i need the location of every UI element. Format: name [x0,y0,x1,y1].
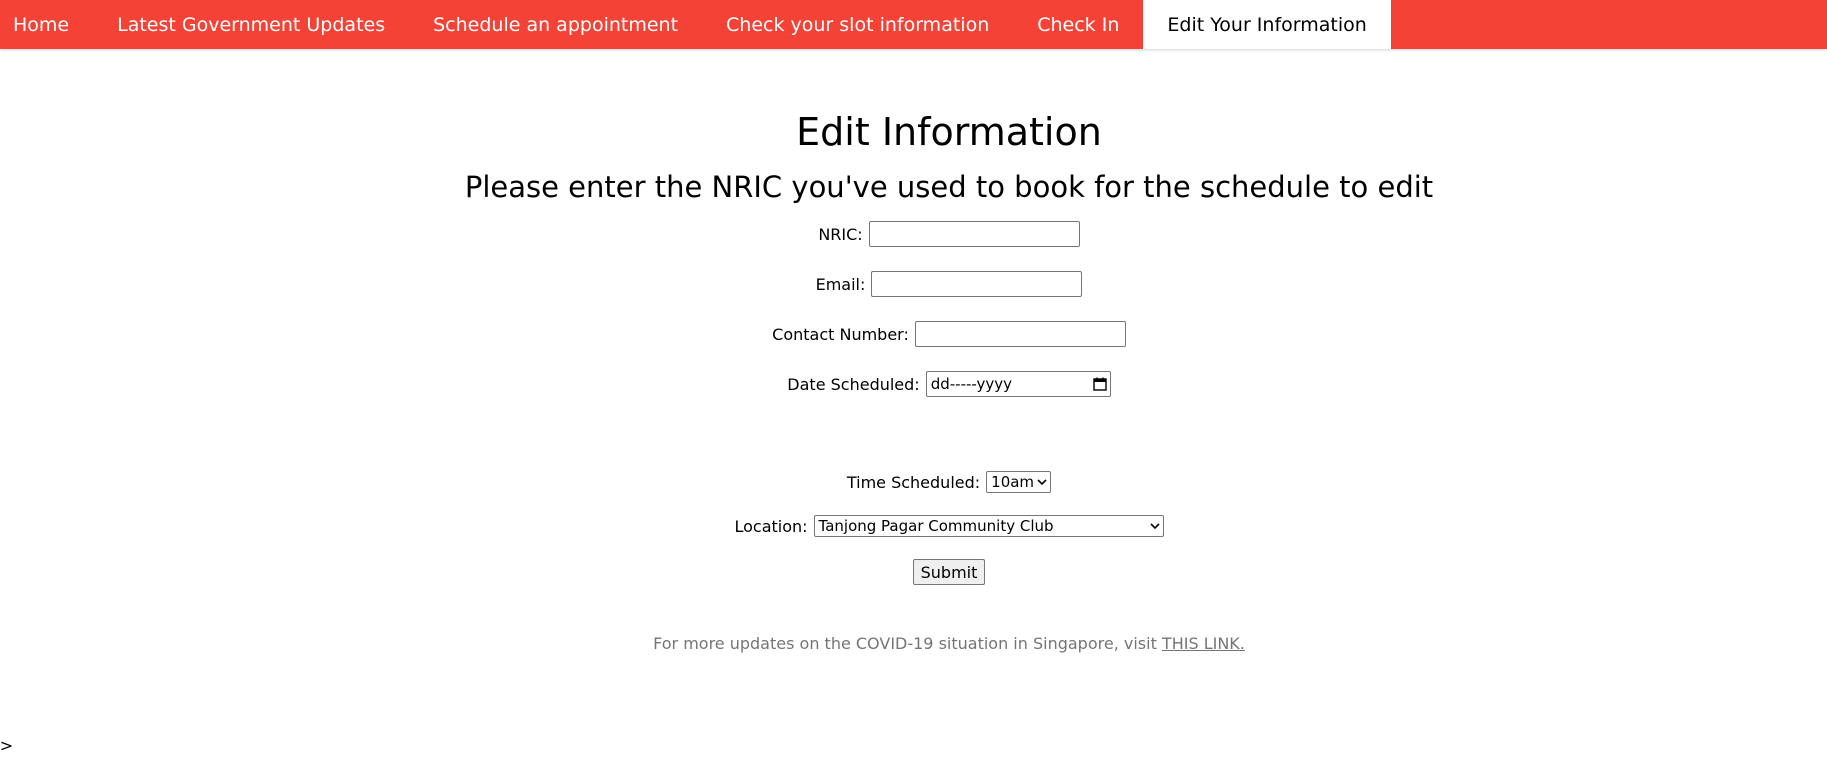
location-select[interactable]: Tanjong Pagar Community Club [813,515,1164,537]
nav-item-edit-information[interactable]: Edit Your Information [1143,0,1391,49]
contact-number-label: Contact Number: [772,324,909,344]
footer-note: For more updates on the COVID-19 situati… [0,634,1827,653]
chevron-down-icon [1037,478,1047,486]
email-input[interactable] [871,271,1083,297]
calendar-icon[interactable] [1093,377,1107,391]
email-row: Email: [0,271,1827,297]
nav-item-government-updates[interactable]: Latest Government Updates [93,0,409,49]
time-scheduled-row: Time Scheduled: 10am [0,471,1827,493]
nav-item-schedule-appointment[interactable]: Schedule an appointment [409,0,702,49]
top-navigation-bar: Home Latest Government Updates Schedule … [0,0,1827,49]
date-scheduled-input[interactable]: dd-----yyyy [925,371,1111,397]
nav-item-check-slot[interactable]: Check your slot information [702,0,1013,49]
location-row: Location: Tanjong Pagar Community Club [0,515,1827,537]
submit-row: Submit [0,559,1827,585]
time-selected-value: 10am [991,473,1035,491]
date-scheduled-row: Date Scheduled: dd-----yyyy [0,371,1827,397]
chevron-down-icon [1149,522,1160,530]
location-selected-value: Tanjong Pagar Community Club [818,517,1054,535]
date-placeholder: dd-----yyyy [930,375,1013,393]
location-label: Location: [734,516,808,536]
time-scheduled-label: Time Scheduled: [846,472,981,492]
covid-updates-link[interactable]: THIS LINK. [1162,634,1245,653]
time-scheduled-select[interactable]: 10am [986,471,1052,493]
page-subtitle: Please enter the NRIC you've used to boo… [464,170,1434,204]
nric-row: NRIC: [0,221,1827,247]
contact-number-row: Contact Number: [0,321,1827,347]
nric-label: NRIC: [818,224,863,244]
nav-item-home[interactable]: Home [0,0,93,49]
email-label: Email: [815,274,866,294]
stray-text: -> [0,736,14,755]
page-title: Edit Information [796,110,1102,154]
footer-text: For more updates on the COVID-19 situati… [653,634,1162,653]
date-scheduled-label: Date Scheduled: [787,374,920,394]
contact-number-input[interactable] [914,321,1126,347]
nav-item-check-in[interactable]: Check In [1013,0,1143,49]
submit-button[interactable]: Submit [912,559,986,585]
nric-input[interactable] [868,221,1080,247]
